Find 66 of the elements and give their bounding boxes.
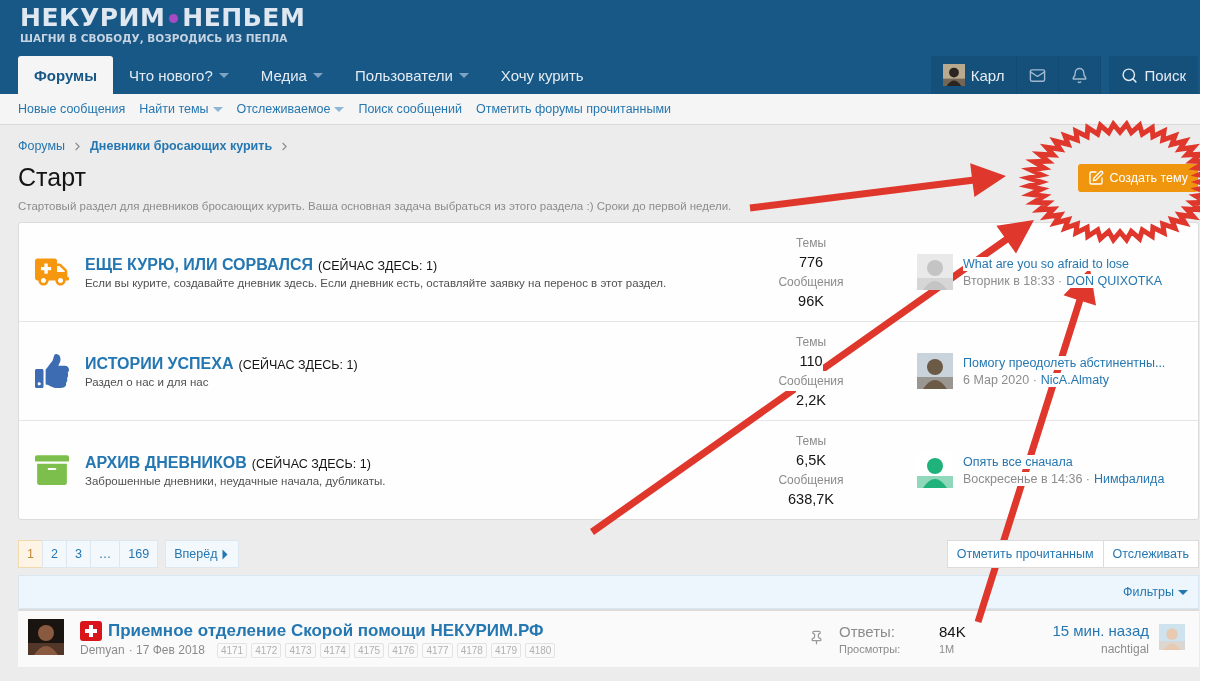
author-link[interactable]: Demyan <box>80 643 125 657</box>
bell-icon <box>1071 66 1089 84</box>
archive-box-icon <box>35 453 69 487</box>
viewers-count: (СЕЙЧАС ЗДЕСЬ: 1) <box>238 357 358 372</box>
nav-tab[interactable]: Форумы <box>18 56 113 94</box>
page-title: Старт <box>18 163 86 192</box>
page-link[interactable]: 2 <box>41 540 67 568</box>
nav-tab[interactable]: Медиа <box>244 56 339 94</box>
last-post-date: Вторник в 18:33 · <box>963 273 1063 288</box>
forum-title-link[interactable]: ИСТОРИИ УСПЕХА <box>85 354 234 373</box>
edit-icon <box>1087 169 1104 186</box>
last-post-link[interactable]: Опять все сначала <box>963 454 1073 469</box>
viewers-count: (СЕЙЧАС ЗДЕСЬ: 1) <box>318 258 438 273</box>
replies-count: 84K <box>939 623 966 640</box>
subnav-link[interactable]: Поиск сообщений <box>358 102 462 116</box>
ambulance-icon <box>35 255 69 289</box>
logo-tagline: ШАГНИ В СВОБОДУ, ВОЗРОДИСЬ ИЗ ПЕПЛА <box>20 32 289 44</box>
author-link[interactable]: nachtigal <box>1100 642 1149 656</box>
nav-tab[interactable]: Хочу курить <box>484 56 600 94</box>
last-post-link[interactable]: Помогу преодолеть абстинентны... <box>963 355 1166 370</box>
author-link[interactable]: Нимфалида <box>1094 471 1165 486</box>
page-link[interactable]: 169 <box>119 540 159 568</box>
mail-icon <box>1029 66 1047 84</box>
forum-title-link[interactable]: ЕЩЕ КУРЮ, ИЛИ СОРВАЛСЯ <box>85 255 313 274</box>
filters-button[interactable]: Фильтры <box>1123 585 1198 599</box>
nav-tab[interactable]: Пользователи <box>338 56 485 94</box>
author-link[interactable]: NicA.Almaty <box>1040 372 1109 387</box>
action-button[interactable]: Отметить прочитанным <box>946 540 1104 568</box>
subnav-link[interactable]: Отслеживаемое <box>236 102 345 116</box>
forum-title-link[interactable]: АРХИВ ДНЕВНИКОВ <box>85 453 247 472</box>
subnav-link[interactable]: Отметить форумы прочитанными <box>475 102 671 116</box>
views-label: Просмотры: <box>839 643 901 655</box>
page-link[interactable]: 1 <box>18 540 43 568</box>
stat-label: Сообщения <box>778 371 844 391</box>
caret-icon <box>1178 589 1188 595</box>
breadcrumb-link[interactable]: Форумы <box>18 139 65 153</box>
forum-description: Заброшенные дневники, неудачные начала, дубликаты. <box>85 474 387 487</box>
page-link[interactable]: 3 <box>65 540 91 568</box>
logo-text[interactable]: НЕКУРИМ <box>20 4 166 32</box>
last-post-date: 6 Мар 2020 · <box>963 372 1037 387</box>
logo-text[interactable]: НЕПЬЕМ <box>182 4 306 32</box>
page-description: Стартовый раздел для дневников бросающих курить. Ваша основная задача выбраться из этого раздела :) Сроки до первой недели. <box>18 200 732 212</box>
forum-description: Раздел о нас и для нас <box>85 375 210 388</box>
medical-cross-icon <box>80 620 102 641</box>
viewers-count: (СЕЙЧАС ЗДЕСЬ: 1) <box>251 456 371 471</box>
last-post-link[interactable]: What are you so afraid to lose <box>963 256 1130 271</box>
search-icon <box>1121 66 1139 84</box>
last-post-time[interactable]: 15 мин. назад <box>1052 622 1149 639</box>
subnav-link[interactable]: Новые сообщения <box>18 102 126 116</box>
next-page-button[interactable]: Вперёд <box>165 540 240 568</box>
thread-date: · 17 Фев 2018 <box>128 643 205 657</box>
forum-description: Если вы курите, создавайте дневник здесь. Если дневник есть, оставляйте заявку на перенос в этот раздел. <box>85 276 668 289</box>
author-link[interactable]: DON QUIXOTKA <box>1066 273 1163 288</box>
views-count: 1M <box>939 643 955 655</box>
stat-value: 2,2K <box>796 391 826 410</box>
logo-dot-icon <box>169 13 179 23</box>
last-post-date: Воскресенье в 14:36 · <box>963 471 1090 486</box>
thread-title-link[interactable]: Приемное отделение Скорой помощи НЕКУРИМ.РФ <box>108 620 544 641</box>
search-button[interactable]: Поиск <box>1109 56 1198 94</box>
action-button[interactable]: Отслеживать <box>1102 540 1199 568</box>
breadcrumb-link[interactable]: Дневники бросающих курить <box>89 139 273 153</box>
subnav-link[interactable]: Найти темы <box>139 102 223 116</box>
caret-icon <box>223 549 228 559</box>
thumbs-up-icon <box>35 354 69 388</box>
nav-tab[interactable]: Что нового? <box>113 56 245 94</box>
replies-label: Ответы: <box>839 623 895 640</box>
